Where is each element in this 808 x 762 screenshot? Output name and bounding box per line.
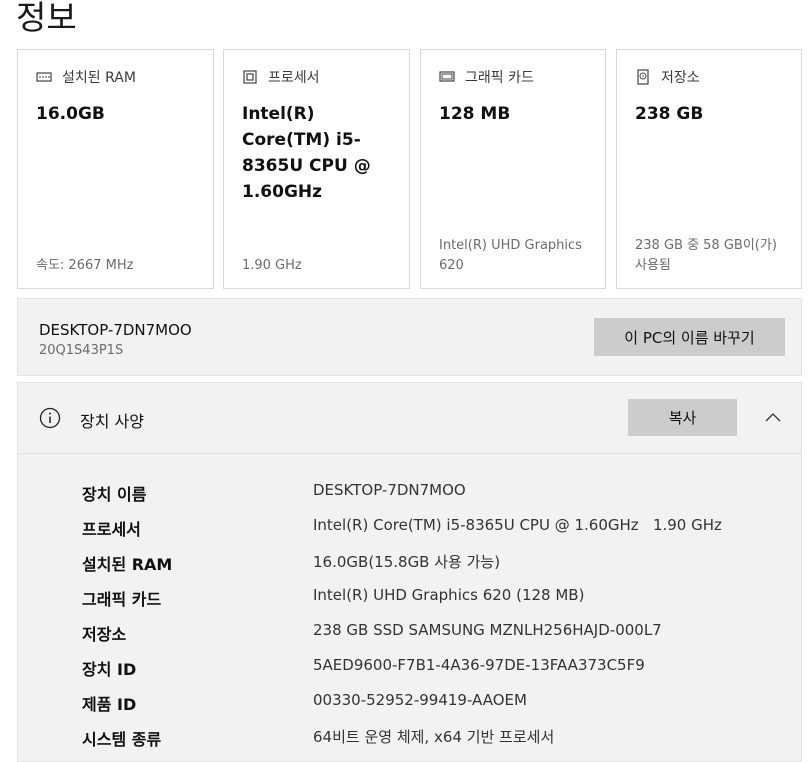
pc-model-id: 20Q1S43P1S (39, 343, 124, 358)
ram-card: 설치된 RAM 16.0GB 속도: 2667 MHz (17, 49, 214, 289)
spec-value: Intel(R) Core(TM) i5-8365U CPU @ 1.60GHz… (313, 516, 722, 534)
device-specs-panel: 장치 사양 복사 장치 이름 DESKTOP-7DN7MOO 프로세서 Inte… (17, 382, 802, 762)
processor-card-speed: 1.90 GHz (242, 258, 302, 273)
pc-name-panel: DESKTOP-7DN7MOO 20Q1S43P1S 이 PC의 이름 바꾸기 (17, 298, 802, 376)
chevron-up-icon[interactable] (764, 409, 782, 427)
graphics-card-icon (439, 69, 455, 85)
rename-pc-button[interactable]: 이 PC의 이름 바꾸기 (594, 318, 785, 356)
graphics-card-model: Intel(R) UHD Graphics 620 (439, 238, 582, 273)
processor-icon (242, 69, 258, 85)
pc-name: DESKTOP-7DN7MOO (39, 321, 192, 339)
spec-row-processor: 프로세서 Intel(R) Core(TM) i5-8365U CPU @ 1.… (18, 516, 801, 548)
spec-row-storage: 저장소 238 GB SSD SAMSUNG MZNLH256HAJD-000L… (18, 621, 801, 653)
processor-card: 프로세서 Intel(R) Core(TM) i5-8365U CPU @ 1.… (223, 49, 410, 289)
spec-label: 장치 이름 (82, 485, 147, 504)
storage-card-value: 238 GB (635, 104, 704, 124)
storage-card: 저장소 238 GB 238 GB 중 58 GB이(가) 사용됨 (616, 49, 802, 289)
spec-row-product-id: 제품 ID 00330-52952-99419-AAOEM (18, 691, 801, 723)
copy-button[interactable]: 복사 (628, 399, 737, 436)
spec-label: 프로세서 (82, 520, 141, 539)
spec-row-system-type: 시스템 종류 64비트 운영 체제, x64 기반 프로세서 (18, 726, 801, 758)
spec-label: 그래픽 카드 (82, 590, 162, 609)
spec-value: 5AED9600-F7B1-4A36-97DE-13FAA373C5F9 (313, 656, 645, 674)
graphics-card-header: 그래픽 카드 (439, 67, 534, 87)
spec-value: DESKTOP-7DN7MOO (313, 481, 466, 499)
spec-value: 238 GB SSD SAMSUNG MZNLH256HAJD-000L7 (313, 621, 662, 639)
spec-label: 시스템 종류 (82, 730, 162, 749)
graphics-card-value: 128 MB (439, 104, 511, 124)
spec-row-graphics-card: 그래픽 카드 Intel(R) UHD Graphics 620 (128 MB… (18, 586, 801, 618)
spec-label: 저장소 (82, 625, 127, 644)
info-icon (39, 407, 61, 429)
ram-card-header: 설치된 RAM (36, 67, 136, 87)
spec-value: 64비트 운영 체제, x64 기반 프로세서 (313, 728, 555, 746)
spec-label: 제품 ID (82, 695, 137, 714)
spec-value: 16.0GB(15.8GB 사용 가능) (313, 553, 501, 571)
device-specs-header[interactable]: 장치 사양 복사 (18, 383, 801, 454)
spec-label: 설치된 RAM (82, 555, 173, 574)
processor-card-header: 프로세서 (242, 67, 320, 87)
ram-card-label: 설치된 RAM (62, 70, 136, 86)
spec-value: Intel(R) UHD Graphics 620 (128 MB) (313, 586, 585, 604)
spec-label: 장치 ID (82, 660, 137, 679)
spec-row-device-name: 장치 이름 DESKTOP-7DN7MOO (18, 481, 801, 513)
ram-card-speed: 속도: 2667 MHz (36, 258, 134, 273)
processor-card-label: 프로세서 (268, 70, 320, 86)
storage-icon (635, 69, 651, 85)
storage-card-header: 저장소 (635, 67, 700, 87)
page-title: 정보 (16, 0, 77, 37)
ram-card-value: 16.0GB (36, 104, 105, 124)
device-specs-title: 장치 사양 (80, 412, 144, 431)
storage-card-usage: 238 GB 중 58 GB이(가) 사용됨 (635, 238, 777, 273)
graphics-card-label: 그래픽 카드 (465, 70, 534, 86)
spec-value: 00330-52952-99419-AAOEM (313, 691, 527, 709)
storage-card-label: 저장소 (661, 70, 700, 86)
processor-card-value: Intel(R) Core(TM) i5-8365U CPU @ 1.60GHz (242, 104, 371, 202)
ram-icon (36, 69, 52, 85)
graphics-card-card: 그래픽 카드 128 MB Intel(R) UHD Graphics 620 (420, 49, 606, 289)
spec-row-device-id: 장치 ID 5AED9600-F7B1-4A36-97DE-13FAA373C5… (18, 656, 801, 688)
spec-row-installed-ram: 설치된 RAM 16.0GB(15.8GB 사용 가능) (18, 551, 801, 583)
